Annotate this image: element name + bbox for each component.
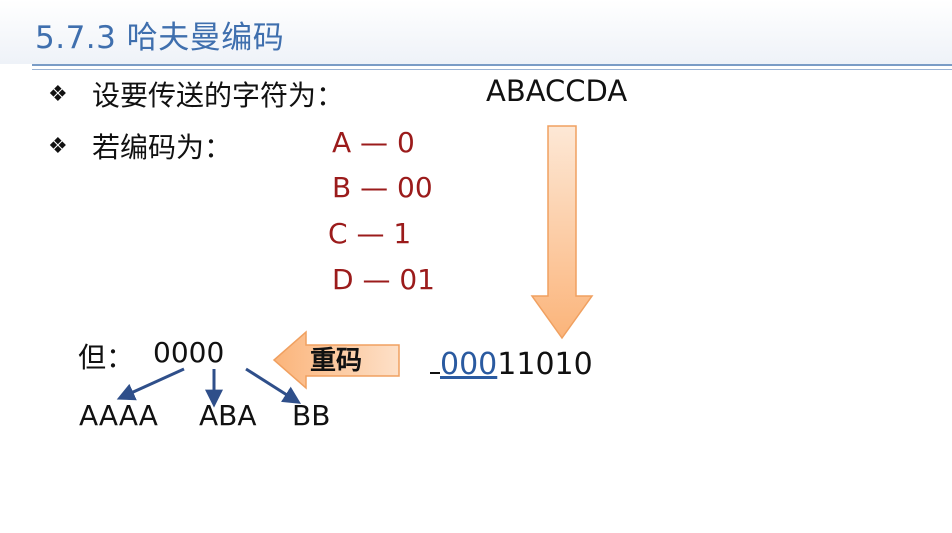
down-arrow-icon: [530, 125, 594, 340]
arrow-to-aaaa-icon: [116, 367, 185, 401]
diagram-arrows: [116, 125, 594, 408]
duplicate-code-label: 重码: [310, 346, 363, 376]
